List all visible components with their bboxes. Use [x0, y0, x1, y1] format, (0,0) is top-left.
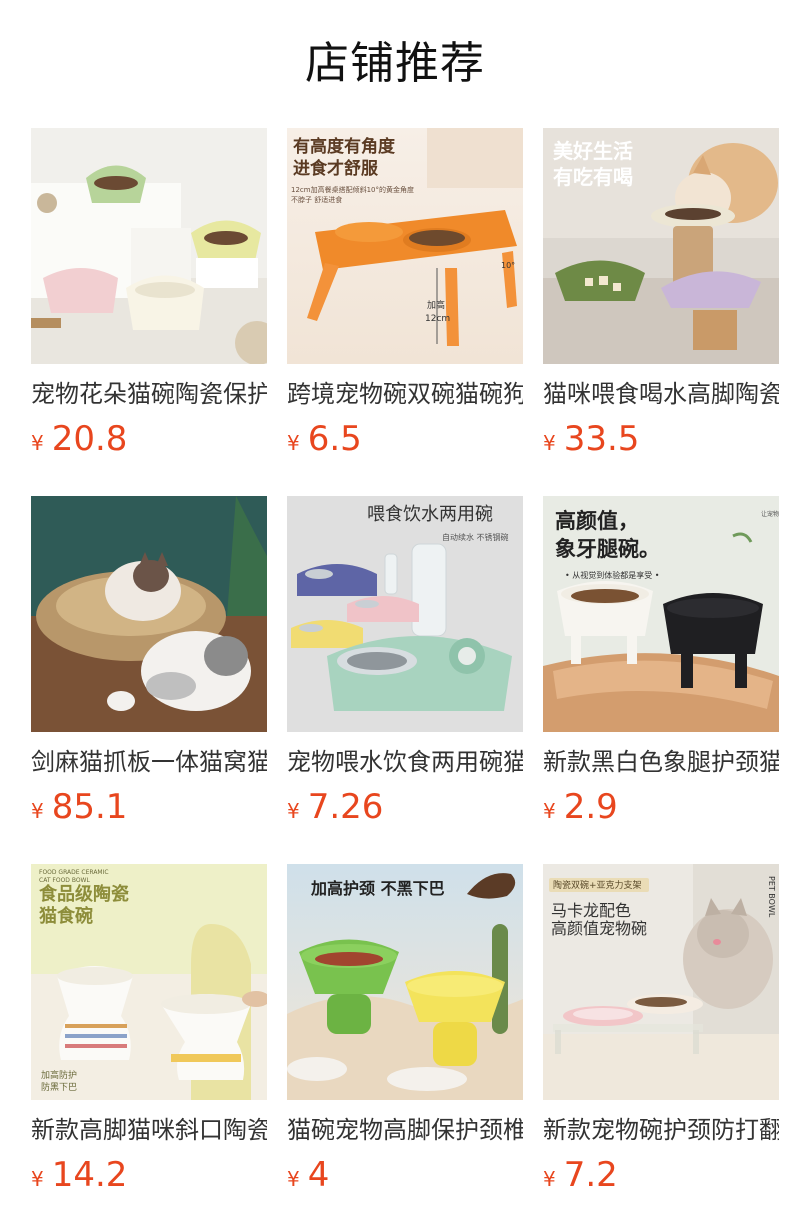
- product-image[interactable]: [31, 128, 267, 364]
- product-price: ¥4: [287, 1154, 329, 1196]
- sisal-cat-bed-photo-icon: [31, 496, 267, 732]
- image-sub: 自动续水 不锈钢碗: [442, 532, 509, 542]
- image-sub-line-2: CAT FOOD BOWL: [39, 877, 90, 884]
- product-image[interactable]: 高颜值， 象牙腿碗。 • 从视觉到体验都是享受 • 让宠物吃饭: [543, 496, 779, 732]
- price-value: 20.8: [51, 419, 128, 459]
- product-price: ¥14.2: [31, 1154, 127, 1196]
- product-name[interactable]: 新款高脚猫咪斜口陶瓷碗: [31, 1112, 267, 1148]
- product-image[interactable]: 美好生活 有吃有喝: [543, 128, 779, 364]
- page-title: 店铺推荐: [305, 38, 485, 89]
- product-name[interactable]: 新款宠物碗护颈防打翻猫碗: [543, 1112, 779, 1148]
- image-sub-line-1: 12cm加高餐桌搭配倾斜10°的黄金角度: [291, 185, 414, 194]
- cat-bowl-double-orange-photo-icon: 有高度有角度 进食才舒服 12cm加高餐桌搭配倾斜10°的黄金角度 不脖子 舒适…: [287, 128, 523, 364]
- product-price: ¥85.1: [31, 786, 127, 828]
- product-name[interactable]: 跨境宠物碗双碗猫碗狗碗: [287, 376, 523, 412]
- product-image[interactable]: 加高护颈 不黑下巴: [287, 864, 523, 1100]
- currency-symbol: ¥: [31, 1167, 44, 1191]
- image-caption-line-2: 进食才舒服: [293, 158, 379, 179]
- product-card[interactable]: 有高度有角度 进食才舒服 12cm加高餐桌搭配倾斜10°的黄金角度 不脖子 舒适…: [287, 128, 523, 468]
- image-caption: 喂食饮水两用碗: [367, 504, 493, 525]
- image-caption-line-2: 象牙腿碗。: [555, 537, 660, 561]
- product-card[interactable]: FOOD GRADE CERAMIC CAT FOOD BOWL 食品级陶瓷 猫…: [31, 864, 267, 1204]
- product-image[interactable]: [31, 496, 267, 732]
- product-card[interactable]: 美好生活 有吃有喝 猫咪喂食喝水高脚陶瓷碗 ¥33.5: [543, 128, 779, 468]
- image-sub: • 从视觉到体验都是享受 •: [565, 570, 660, 580]
- image-caption-line-2: 有吃有喝: [553, 165, 633, 189]
- product-card[interactable]: 剑麻猫抓板一体猫窝猫碗 ¥85.1: [31, 496, 267, 836]
- elephant-leg-bowl-photo-icon: 高颜值， 象牙腿碗。 • 从视觉到体验都是享受 • 让宠物吃饭: [543, 496, 779, 732]
- currency-symbol: ¥: [31, 799, 44, 823]
- product-name[interactable]: 猫碗宠物高脚保护颈椎碗: [287, 1112, 523, 1148]
- image-sub-line-1: FOOD GRADE CERAMIC: [39, 869, 109, 876]
- product-name[interactable]: 新款黑白色象腿护颈猫碗: [543, 744, 779, 780]
- product-image[interactable]: 喂食饮水两用碗 自动续水 不锈钢碗: [287, 496, 523, 732]
- currency-symbol: ¥: [543, 431, 556, 455]
- currency-symbol: ¥: [31, 431, 44, 455]
- price-value: 7.2: [563, 1155, 618, 1195]
- product-price: ¥20.8: [31, 418, 127, 460]
- price-value: 14.2: [51, 1155, 128, 1195]
- product-card[interactable]: 陶瓷双碗+亚克力支架 马卡龙配色 高颜值宠物碗 PET BOWL 新款宠物碗护颈…: [543, 864, 779, 1204]
- image-caption: 加高护颈 不黑下巴: [310, 879, 445, 898]
- price-value: 33.5: [563, 419, 640, 459]
- image-caption-line-1: 食品级陶瓷: [38, 883, 129, 905]
- image-note-line-2: 防黑下巴: [41, 1081, 77, 1093]
- product-name[interactable]: 宠物喂水饮食两用碗猫碗: [287, 744, 523, 780]
- price-value: 85.1: [51, 787, 128, 827]
- product-name[interactable]: 猫咪喂食喝水高脚陶瓷碗: [543, 376, 779, 412]
- image-tag: 陶瓷双碗+亚克力支架: [553, 879, 642, 891]
- product-card[interactable]: 高颜值， 象牙腿碗。 • 从视觉到体验都是享受 • 让宠物吃饭 新款黑白色象腿护…: [543, 496, 779, 836]
- product-name[interactable]: 剑麻猫抓板一体猫窝猫碗: [31, 744, 267, 780]
- product-price: ¥6.5: [287, 418, 362, 460]
- price-value: 2.9: [563, 787, 618, 827]
- product-price: ¥7.26: [287, 786, 383, 828]
- currency-symbol: ¥: [287, 1167, 300, 1191]
- image-height-note-2: 12cm: [425, 314, 450, 324]
- image-caption-line-1: 美好生活: [553, 139, 633, 163]
- currency-symbol: ¥: [287, 431, 300, 455]
- image-side-text: 让宠物吃饭: [761, 510, 779, 518]
- cat-bowl-flower-photo-icon: [31, 128, 267, 364]
- product-card[interactable]: 喂食饮水两用碗 自动续水 不锈钢碗 宠物喂水饮食两用碗猫碗 ¥7.26: [287, 496, 523, 836]
- image-angle-note: 10°: [501, 261, 515, 270]
- product-card[interactable]: 加高护颈 不黑下巴 猫碗宠物高脚保护颈椎碗 ¥4: [287, 864, 523, 1204]
- image-note-line-1: 加高防护: [41, 1069, 77, 1081]
- product-price: ¥33.5: [543, 418, 639, 460]
- acrylic-stand-bowl-photo-icon: 陶瓷双碗+亚克力支架 马卡龙配色 高颜值宠物碗 PET BOWL: [543, 864, 779, 1100]
- price-value: 4: [307, 1155, 330, 1195]
- image-sub-line-2: 不脖子 舒适进食: [291, 195, 342, 204]
- product-name[interactable]: 宠物花朵猫碗陶瓷保护颈椎: [31, 376, 267, 412]
- product-image[interactable]: 有高度有角度 进食才舒服 12cm加高餐桌搭配倾斜10°的黄金角度 不脖子 舒适…: [287, 128, 523, 364]
- image-caption-line-1: 高颜值，: [555, 509, 639, 533]
- product-image[interactable]: FOOD GRADE CERAMIC CAT FOOD BOWL 食品级陶瓷 猫…: [31, 864, 267, 1100]
- product-price: ¥2.9: [543, 786, 618, 828]
- cat-eating-photo-icon: 美好生活 有吃有喝: [543, 128, 779, 364]
- price-value: 6.5: [307, 419, 362, 459]
- product-card[interactable]: 宠物花朵猫碗陶瓷保护颈椎 ¥20.8: [31, 128, 267, 468]
- image-caption-line-1: 有高度有角度: [293, 136, 396, 157]
- product-image[interactable]: 陶瓷双碗+亚克力支架 马卡龙配色 高颜值宠物碗 PET BOWL: [543, 864, 779, 1100]
- image-caption-line-1: 马卡龙配色: [551, 901, 631, 920]
- image-height-note: 加高: [427, 299, 445, 311]
- currency-symbol: ¥: [543, 799, 556, 823]
- green-yellow-bowl-photo-icon: 加高护颈 不黑下巴: [287, 864, 523, 1100]
- image-caption-line-2: 高颜值宠物碗: [551, 919, 647, 938]
- image-caption-line-2: 猫食碗: [39, 905, 93, 927]
- price-value: 7.26: [307, 787, 384, 827]
- water-feeder-bowl-photo-icon: 喂食饮水两用碗 自动续水 不锈钢碗: [287, 496, 523, 732]
- image-side-text: PET BOWL: [767, 876, 776, 918]
- ceramic-tall-bowl-photo-icon: FOOD GRADE CERAMIC CAT FOOD BOWL 食品级陶瓷 猫…: [31, 864, 267, 1100]
- product-price: ¥7.2: [543, 1154, 618, 1196]
- currency-symbol: ¥: [543, 1167, 556, 1191]
- currency-symbol: ¥: [287, 799, 300, 823]
